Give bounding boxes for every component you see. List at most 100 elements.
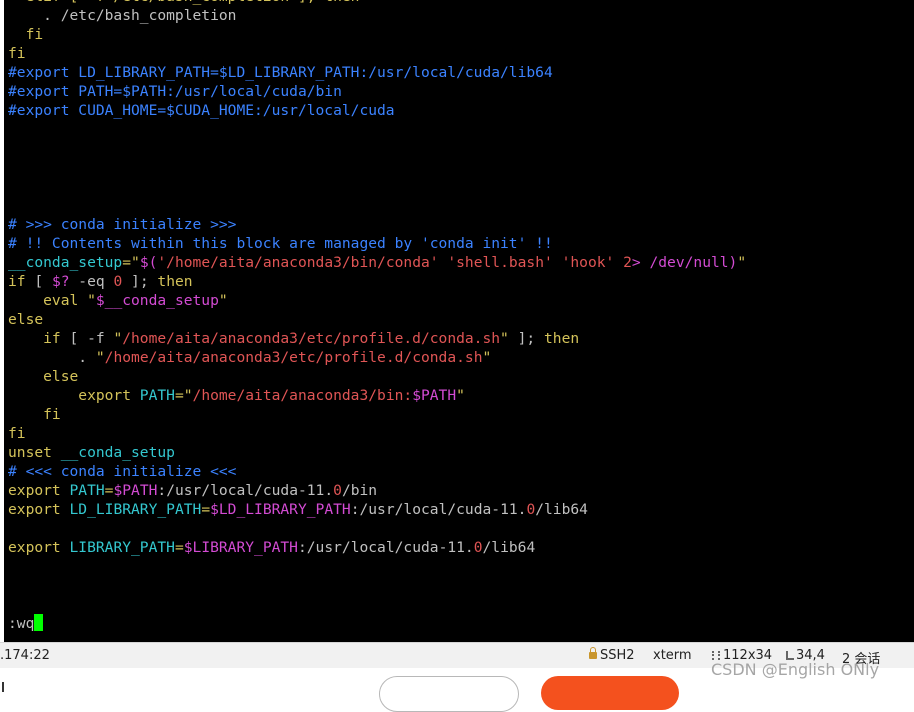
terminal-line: fi [8,405,746,424]
protocol-indicator: SSH2 [589,647,635,663]
code-token: > /dev/null) [631,254,738,271]
code-token: $PATH [113,482,158,499]
code-token: fi [8,45,26,62]
code-token: /home/aita/anaconda3/etc/profile.d/conda… [104,349,483,366]
terminal-line: export LD_LIBRARY_PATH=$LD_LIBRARY_PATH:… [8,500,746,519]
terminal-line: # !! Contents within this block are mana… [8,234,746,253]
terminal-line: export LIBRARY_PATH=$LIBRARY_PATH:/usr/l… [8,538,746,557]
code-token: /bin [341,482,378,499]
terminal-text-area[interactable]: elif [ -f /etc/bash_completion ]; then .… [8,0,746,633]
code-token: :/usr/local/cuda-11. [350,501,527,518]
code-token: :/usr/local/cuda-11. [297,539,474,556]
terminal-type: xterm [653,648,692,663]
code-token: 0 [113,273,123,290]
code-token: " [218,292,228,309]
code-token: if [8,330,61,347]
code-token: __conda_setup [8,254,123,271]
code-token: " [87,292,96,309]
code-token: " [95,349,105,366]
host-address: .174:22 [0,648,50,663]
code-token: #export LD_LIBRARY_PATH=$LD_LIBRARY_PATH… [8,64,553,81]
code-token: export [8,482,70,499]
terminal-line: eval "$__conda_setup" [8,291,746,310]
code-token: = [201,501,211,518]
terminal-line: # <<< conda initialize <<< [8,462,746,481]
code-token: ]; [508,330,544,347]
cursor-position-icon [786,651,794,660]
terminal-line: else [8,367,746,386]
code-token: fi [8,425,26,442]
code-token: $( [139,254,158,271]
code-token: $PATH [412,387,457,404]
code-token: 0 [333,482,342,499]
protocol-label: SSH2 [600,648,635,663]
code-token: export [8,387,140,404]
code-token: 0 [473,539,483,556]
code-token: 'shell.bash' [447,254,553,271]
lock-icon [589,647,597,659]
code-token: 'hook' [561,254,615,271]
code-token: then [157,273,193,290]
code-token: /home/aita/anaconda3/etc/profile.d/conda… [122,330,501,347]
watermark: CSDN @English ONly [711,660,880,679]
code-token: =" [122,254,140,271]
code-token: export [8,539,70,556]
terminal-line: unset __conda_setup [8,443,746,462]
terminal-line: if [ -f "/home/aita/anaconda3/etc/profil… [8,329,746,348]
code-token: else [8,311,44,328]
terminal-line: __conda_setup="$('/home/aita/anaconda3/b… [8,253,746,272]
primary-button[interactable] [541,676,679,710]
terminal-line: fi [8,25,746,44]
code-token: 0 [526,501,536,518]
code-token: # !! Contents within this block are mana… [8,235,553,252]
code-token: [ -f [60,330,114,347]
code-token: " [482,349,492,366]
terminal-line: #export CUDA_HOME=$CUDA_HOME:/usr/local/… [8,101,746,120]
code-token: if [8,273,26,290]
terminal-line: #export LD_LIBRARY_PATH=$LD_LIBRARY_PATH… [8,63,746,82]
terminal-line: fi [8,44,746,63]
terminal-line: if [ $? -eq 0 ]; then [8,272,746,291]
partial-glyph [2,682,12,692]
code-token: __conda_setup [60,444,175,461]
terminal-line: # >>> conda initialize >>> [8,215,746,234]
terminal-line: else [8,310,746,329]
code-token: " [113,330,123,347]
code-token: LD_LIBRARY_PATH [69,501,202,518]
code-token: :wq [8,615,35,632]
code-token: $LD_LIBRARY_PATH [210,501,351,518]
code-token: $__conda_setup [95,292,219,309]
code-token: . /etc/bash_completion [8,7,237,24]
code-token: /lib64 [482,539,536,556]
terminal-line: export PATH=$PATH:/usr/local/cuda-11.0/b… [8,481,746,500]
code-token: LIBRARY_PATH [69,539,175,556]
code-token: #export CUDA_HOME=$CUDA_HOME:/usr/local/… [8,102,395,119]
code-token: " [456,387,465,404]
code-token: [ [25,273,52,290]
secondary-button[interactable] [379,676,519,712]
terminal-window[interactable]: elif [ -f /etc/bash_completion ]; then .… [4,0,914,642]
code-token: /lib64 [535,501,588,518]
terminal-line: . "/home/aita/anaconda3/etc/profile.d/co… [8,348,746,367]
code-token: elif [ -f /etc/bash_completion ]; then [8,0,360,5]
code-token: else [8,368,79,385]
terminal-line: . /etc/bash_completion [8,6,746,25]
code-token: $LIBRARY_PATH [183,539,298,556]
code-token: 2 [623,254,632,271]
code-token: # <<< conda initialize <<< [8,463,237,480]
terminal-line: fi [8,424,746,443]
code-token: # >>> conda initialize >>> [8,216,237,233]
code-token: eval [8,292,88,309]
code-token: export [8,501,70,518]
terminal-line: :wq [8,614,746,633]
code-token: fi [8,26,44,43]
code-token: PATH [139,387,175,404]
